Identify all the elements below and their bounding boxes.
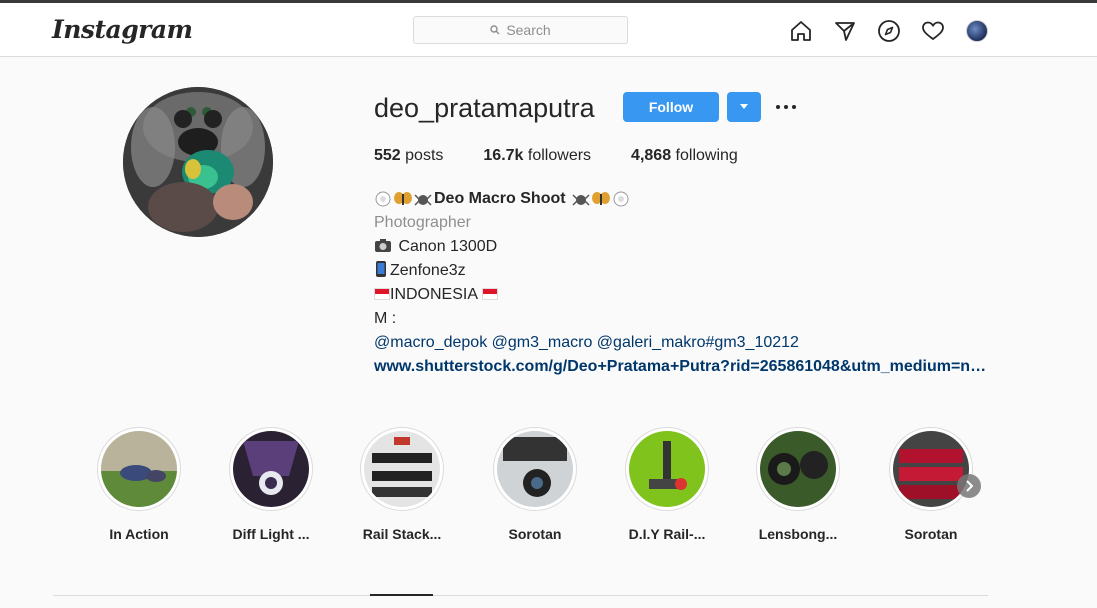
highlight-item[interactable]: Sorotan [480,427,590,542]
butterfly-icon [394,192,412,205]
indonesia-flag-icon [481,288,498,300]
profile-avatar[interactable] [964,18,990,44]
bio-full-name: Deo Macro Shoot [374,187,987,211]
profile-stats: 552 posts 16.7k followers 4,868 followin… [374,147,778,165]
explore-icon[interactable] [876,18,902,44]
tabs-divider [53,595,988,596]
spider-icon [572,194,590,206]
profile-bio: Deo Macro Shoot Photographer Canon 1300D… [374,187,987,379]
search-placeholder: Search [506,22,551,38]
search-icon [490,25,500,35]
suggested-dropdown-button[interactable] [727,92,761,122]
caret-down-icon [740,104,748,109]
bio-mentions[interactable]: @macro_depok @gm3_macro @galeri_makro#gm… [374,331,987,355]
bio-line-camera: Canon 1300D [374,235,987,259]
bio-line-country: INDONESIA [374,283,987,307]
indonesia-flag-icon [374,288,390,300]
bio-line-m: M : [374,310,397,327]
activity-heart-icon[interactable] [920,18,946,44]
highlight-item[interactable]: Rail Stack... [347,427,457,542]
more-options-button[interactable] [773,96,799,118]
posts-stat: 552 posts [374,147,444,164]
highlight-item[interactable]: Diff Light ... [216,427,326,542]
highlight-item[interactable]: Lensbong... [743,427,853,542]
profile-picture[interactable] [123,87,273,237]
bio-website-link[interactable]: www.shutterstock.com/g/Deo+Pratama+Putra… [374,355,987,379]
highlight-item[interactable]: In Action [84,427,194,542]
profile-username: deo_pratamaputra [374,93,595,123]
sparkle-icon [375,191,391,207]
top-navbar: Instagram Search [0,3,1097,57]
spider-icon [414,194,432,206]
camera-icon [375,239,391,252]
bio-category: Photographer [374,214,471,231]
follow-button[interactable]: Follow [623,92,719,122]
instagram-logo[interactable]: Instagram [52,15,193,44]
search-input[interactable]: Search [413,16,628,44]
sparkle-icon [613,191,629,207]
chevron-right-icon [966,480,973,492]
phone-icon [376,261,386,277]
direct-icon[interactable] [832,18,858,44]
highlights-next-button[interactable] [957,474,981,498]
story-highlights: In Action Diff Light ... Rail Stack... S… [96,427,996,547]
bio-line-phone: Zenfone3z [374,259,987,283]
home-icon[interactable] [788,18,814,44]
active-tab-indicator [370,594,433,596]
following-stat[interactable]: 4,868 following [631,147,738,165]
followers-stat[interactable]: 16.7k followers [483,147,591,165]
butterfly-icon [591,192,610,205]
highlight-item[interactable]: D.I.Y Rail-... [612,427,722,542]
